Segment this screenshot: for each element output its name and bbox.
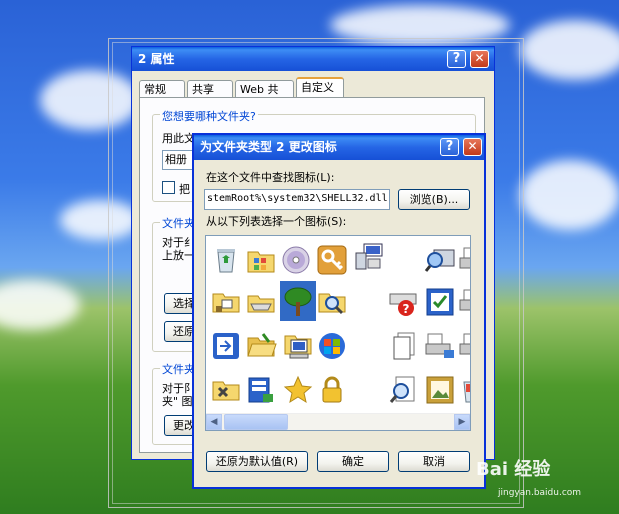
- ok-button[interactable]: 确定: [317, 451, 389, 472]
- cloud: [520, 160, 619, 230]
- checklist-icon[interactable]: [424, 286, 456, 318]
- baidu-watermark-url: jingyan.baidu.com: [498, 488, 582, 498]
- look-for-label: 在这个文件中查找图标(L):: [206, 171, 335, 184]
- baidu-watermark-logo: Bai 经验: [476, 459, 551, 480]
- lock-icon[interactable]: [316, 374, 348, 406]
- icon-file-path-input[interactable]: stemRoot%\system32\SHELL32.dll: [204, 189, 390, 210]
- tab-customize[interactable]: 自定义: [296, 77, 344, 98]
- select-icon-label: 从以下列表选择一个图标(S):: [206, 215, 347, 228]
- taskbar-icon[interactable]: [245, 374, 277, 406]
- open-folder-icon[interactable]: [245, 330, 277, 362]
- apply-subfolders-checkbox[interactable]: [162, 181, 175, 194]
- dialog-title: 为文件夹类型 2 更改图标: [200, 140, 337, 154]
- properties-titlebar[interactable]: 2 属性: [132, 47, 494, 71]
- help-button[interactable]: ?: [447, 50, 466, 68]
- my-computer-icon[interactable]: [282, 330, 314, 362]
- documents-stack-icon[interactable]: [388, 330, 420, 362]
- folder-search-icon[interactable]: [316, 286, 348, 318]
- folder-network-icon[interactable]: [210, 286, 242, 318]
- close-button[interactable]: ✕: [470, 50, 489, 68]
- printer-icon[interactable]: [458, 244, 471, 276]
- network-help-icon[interactable]: ?: [388, 286, 420, 318]
- close-icon: ✕: [467, 139, 478, 153]
- fax-printer-icon[interactable]: [424, 330, 456, 362]
- recycle-bin-icon[interactable]: [210, 244, 242, 276]
- network-computer-icon[interactable]: [352, 241, 384, 273]
- control-panel-icon[interactable]: [245, 244, 277, 276]
- magnifier-document-icon[interactable]: [388, 374, 420, 406]
- cloud: [520, 20, 619, 80]
- close-icon: ✕: [474, 51, 485, 65]
- question-icon: ?: [445, 139, 454, 154]
- checkbox-label: 把: [179, 183, 190, 196]
- close-button[interactable]: ✕: [463, 138, 482, 156]
- search-computer-icon[interactable]: [424, 244, 456, 276]
- chevron-left-icon: ◀: [210, 417, 218, 427]
- svg-text:?: ?: [403, 302, 410, 316]
- scroll-right-button[interactable]: ▶: [454, 414, 470, 430]
- icon-list[interactable]: ? ◀ ▶: [205, 235, 471, 431]
- question-icon: ?: [452, 51, 461, 66]
- drive-icon[interactable]: [245, 286, 277, 318]
- tab-general[interactable]: 常规: [139, 80, 185, 98]
- recycle-full-icon[interactable]: [458, 374, 471, 406]
- windows-logo-icon[interactable]: [316, 330, 348, 362]
- scroll-thumb[interactable]: [224, 414, 288, 430]
- tree-icon[interactable]: [282, 286, 314, 318]
- picture-frame-icon[interactable]: [424, 374, 456, 406]
- help-button[interactable]: ?: [440, 138, 459, 156]
- tab-web-sharing[interactable]: Web 共享: [235, 80, 294, 114]
- printer-icon[interactable]: [458, 286, 471, 318]
- folder-tools-icon[interactable]: [210, 374, 242, 406]
- restore-default-icon-button[interactable]: 还原为默认值(R): [206, 451, 308, 472]
- chevron-right-icon: ▶: [458, 417, 466, 427]
- recent-documents-icon[interactable]: [210, 330, 242, 362]
- key-icon[interactable]: [316, 244, 348, 276]
- cloud: [0, 280, 80, 330]
- browse-button[interactable]: 浏览(B)...: [398, 189, 470, 210]
- group-title: 您想要哪种文件夹?: [160, 108, 258, 124]
- use-this-label: 用此文: [162, 132, 195, 145]
- printer-icon[interactable]: [458, 330, 471, 362]
- cancel-button[interactable]: 取消: [398, 451, 470, 472]
- scroll-left-button[interactable]: ◀: [206, 414, 222, 430]
- tab-sharing[interactable]: 共享: [187, 80, 233, 98]
- cd-disc-icon[interactable]: [280, 244, 312, 276]
- group-text: 上放一: [162, 249, 195, 262]
- icon-list-hscrollbar[interactable]: ◀ ▶: [206, 413, 470, 430]
- window-title: 2 属性: [138, 52, 175, 66]
- star-icon[interactable]: [282, 374, 314, 406]
- group-text: 夹" 图: [162, 395, 193, 408]
